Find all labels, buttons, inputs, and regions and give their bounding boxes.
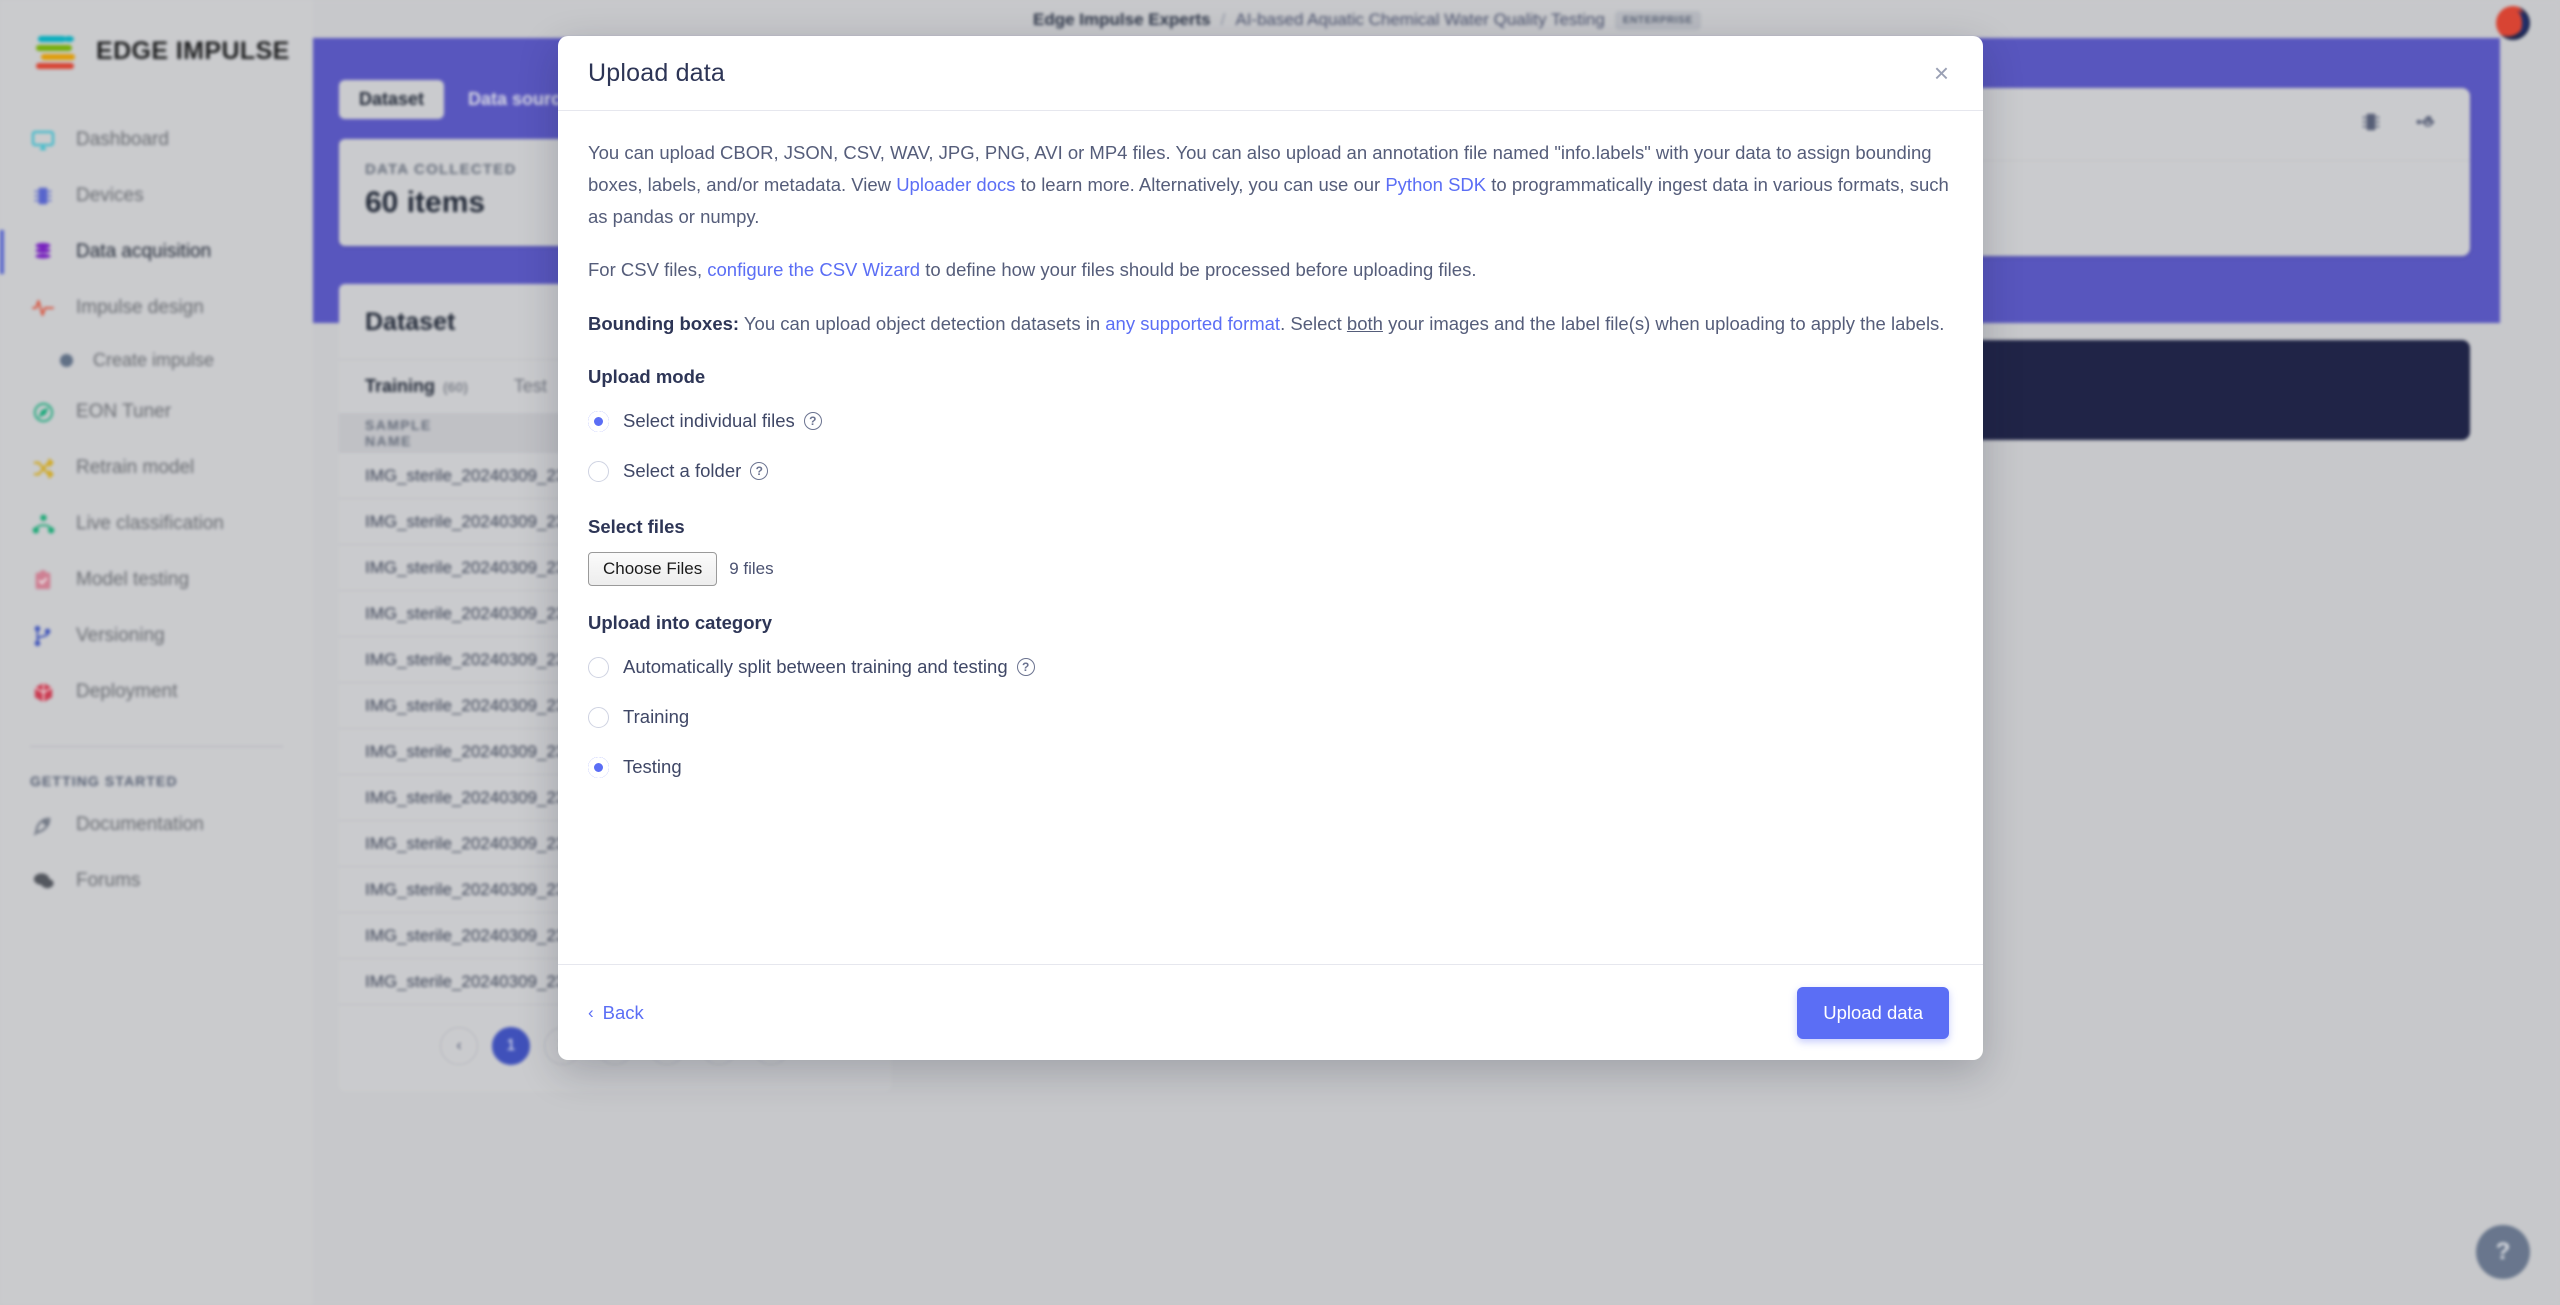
radio-label-text: Select individual files (623, 410, 795, 432)
choose-files-button[interactable]: Choose Files (588, 552, 718, 587)
csv-wizard-link[interactable]: configure the CSV Wizard (707, 259, 920, 280)
back-label: Back (602, 1001, 644, 1023)
radio-automatically-split[interactable]: Automatically split between training and… (588, 648, 1949, 686)
upload-formats-paragraph: You can upload CBOR, JSON, CSV, WAV, JPG… (588, 137, 1949, 232)
paragraph2-text1: For CSV files, (588, 259, 708, 281)
bounding-boxes-paragraph: Bounding boxes: You can upload object de… (588, 308, 1949, 340)
upload-into-category-label: Upload into category (588, 612, 772, 634)
radio-indicator[interactable] (588, 756, 609, 778)
radio-label-text: Training (623, 706, 690, 728)
upload-mode-label: Upload mode (588, 366, 706, 388)
help-circle-icon[interactable]: ? (750, 462, 769, 481)
paragraph1-text2: to learn more. Alternatively, you can us… (1015, 173, 1386, 195)
select-files-label: Select files (588, 516, 685, 538)
modal-body: You can upload CBOR, JSON, CSV, WAV, JPG… (558, 111, 1983, 964)
radio-training[interactable]: Training (588, 698, 1949, 736)
radio-indicator[interactable] (588, 706, 609, 728)
bounding-boxes-label: Bounding boxes: (588, 313, 740, 335)
close-icon[interactable]: × (1934, 60, 1949, 86)
radio-label: Automatically split between training and… (623, 656, 1035, 678)
radio-label-text: Testing (623, 756, 682, 778)
help-circle-icon[interactable]: ? (803, 412, 822, 431)
paragraph3-text1: You can upload object detection datasets… (739, 313, 1106, 335)
paragraph3-text3: your images and the label file(s) when u… (1382, 313, 1945, 335)
modal-title: Upload data (588, 58, 726, 87)
radio-indicator[interactable] (588, 656, 609, 678)
modal-header: Upload data × (558, 36, 1983, 111)
both-emphasis: both (1346, 313, 1383, 335)
paragraph2-text2: to define how your files should be proce… (920, 259, 1477, 281)
radio-select-a-folder[interactable]: Select a folder ? (588, 452, 1949, 490)
radio-label: Testing (623, 756, 682, 778)
radio-label-text: Automatically split between training and… (623, 656, 1008, 678)
upload-data-button[interactable]: Upload data (1797, 986, 1949, 1039)
radio-label: Select individual files ? (623, 410, 822, 432)
radio-select-individual-files[interactable]: Select individual files ? (588, 402, 1949, 440)
radio-label: Select a folder ? (623, 460, 769, 482)
help-circle-icon[interactable]: ? (1016, 658, 1035, 677)
radio-testing[interactable]: Testing (588, 748, 1949, 786)
file-input-row: Choose Files 9 files (588, 552, 1949, 587)
selected-files-count: 9 files (729, 559, 774, 579)
back-button[interactable]: ‹ Back (588, 1002, 644, 1024)
radio-label-text: Select a folder (623, 460, 742, 482)
chevron-left-icon: ‹ (588, 1002, 594, 1022)
python-sdk-link[interactable]: Python SDK (1385, 174, 1486, 195)
radio-label: Training (623, 706, 689, 728)
uploader-docs-link[interactable]: Uploader docs (896, 174, 1015, 195)
upload-data-modal: Upload data × You can upload CBOR, JSON,… (558, 36, 1983, 1060)
supported-format-link[interactable]: any supported format (1105, 313, 1280, 334)
radio-indicator[interactable] (588, 460, 609, 482)
csv-paragraph: For CSV files, configure the CSV Wizard … (588, 254, 1949, 286)
paragraph3-text2: . Select (1280, 313, 1347, 335)
modal-footer: ‹ Back Upload data (558, 964, 1983, 1060)
radio-indicator[interactable] (588, 410, 609, 432)
